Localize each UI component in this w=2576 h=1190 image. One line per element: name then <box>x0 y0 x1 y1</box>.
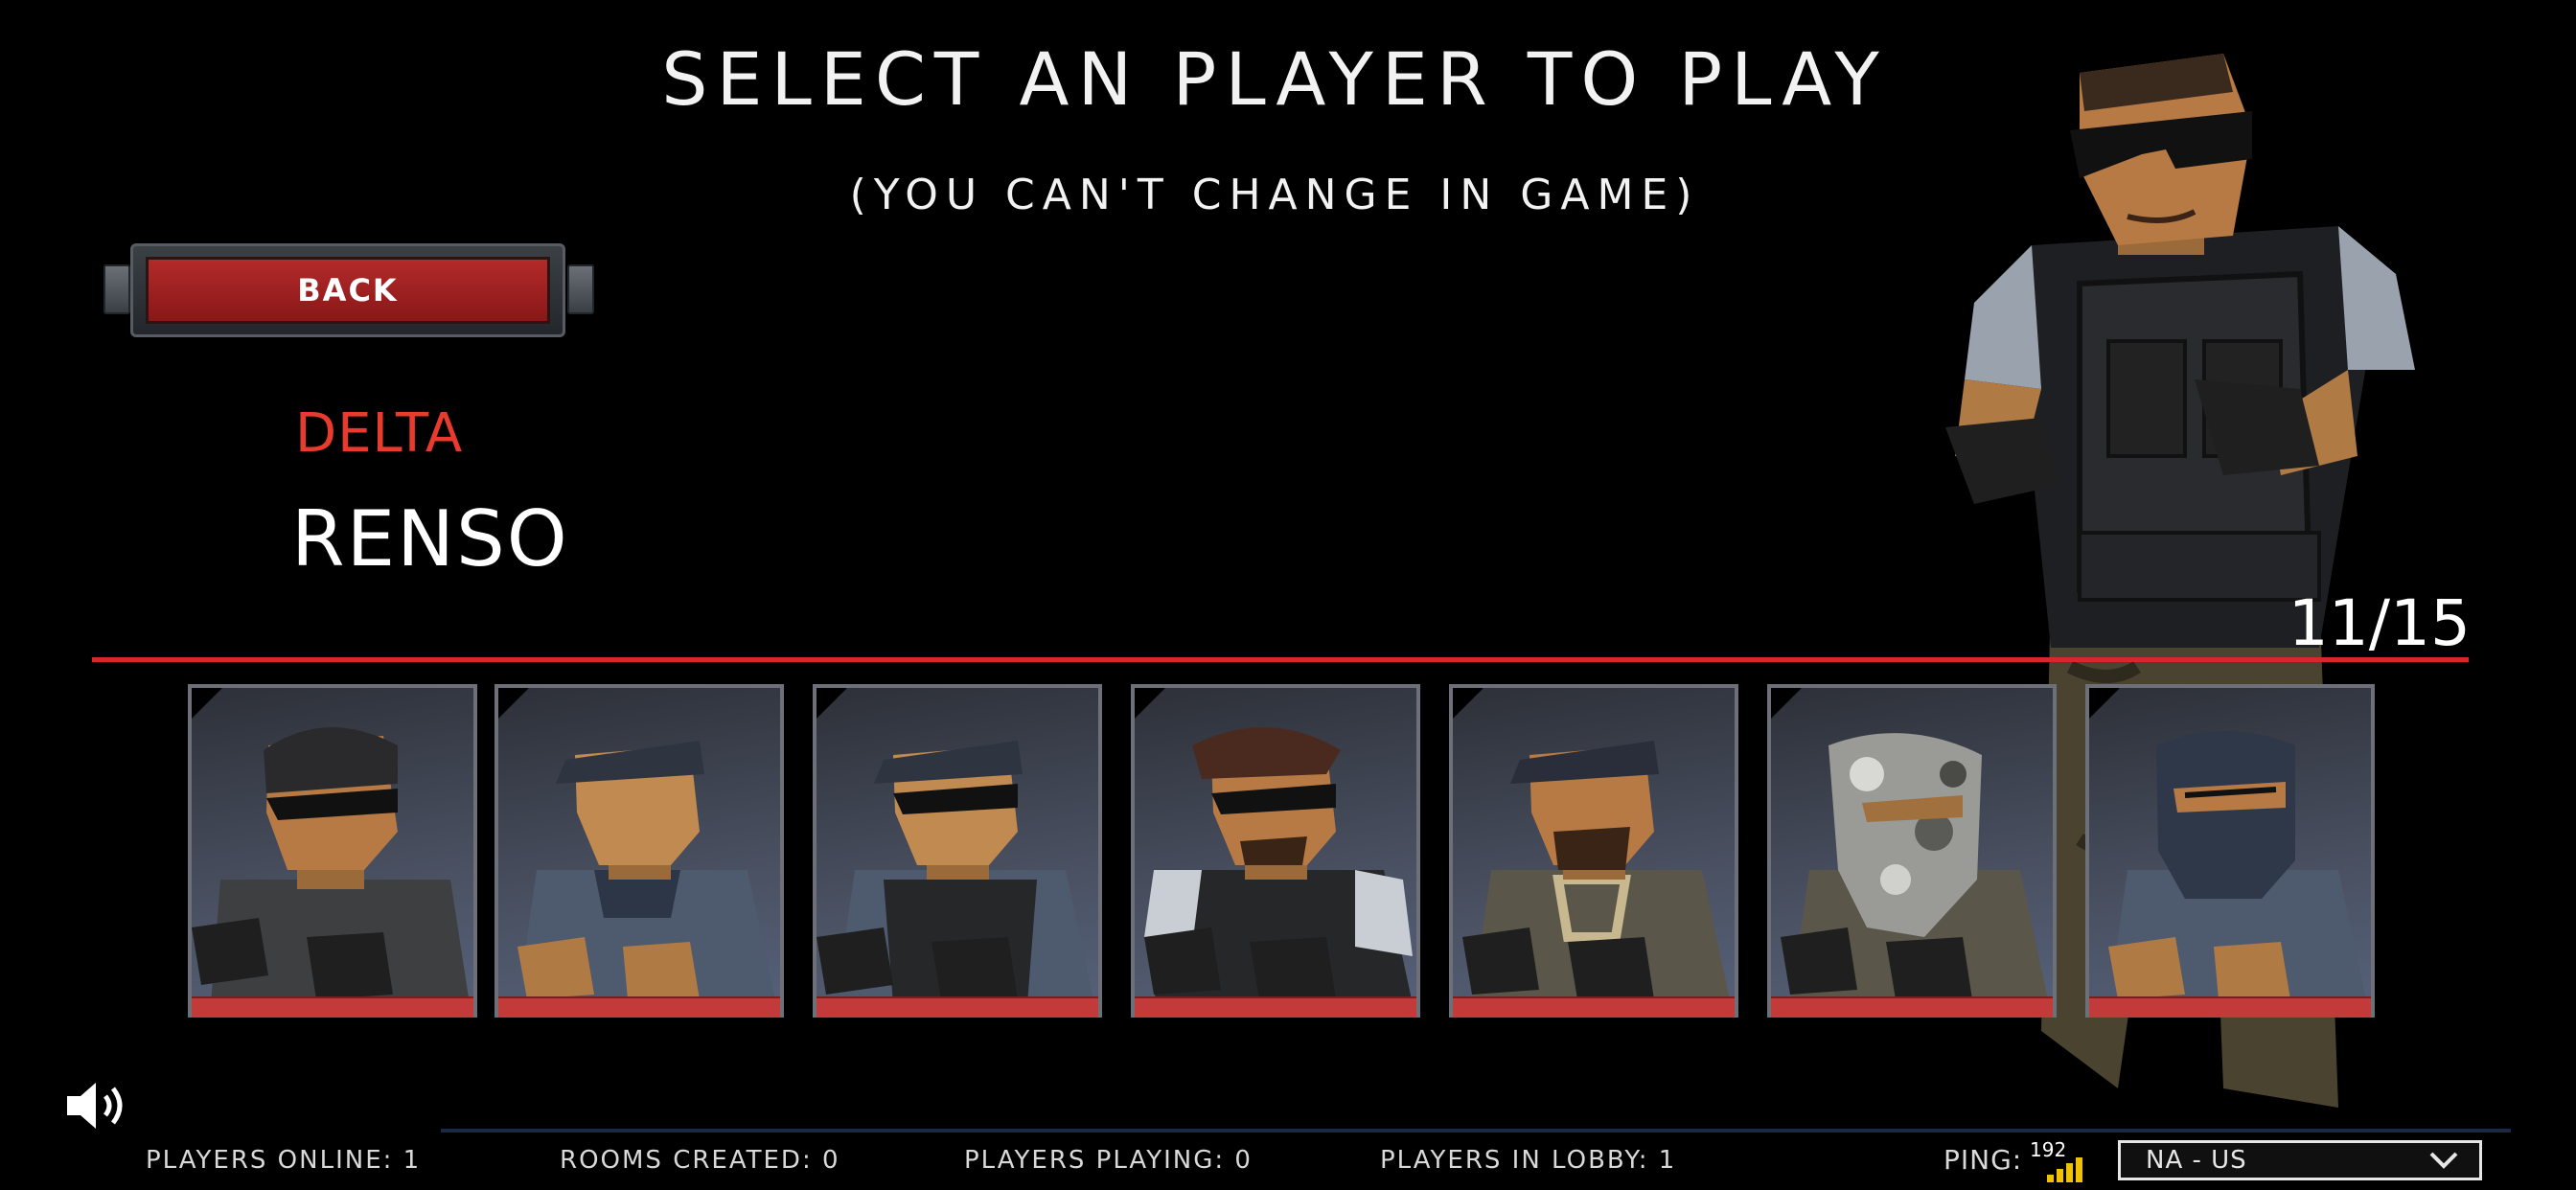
ping-label: PING: <box>1944 1144 2023 1176</box>
soldier-cap-sunglasses-vest-icon <box>816 741 1094 1004</box>
character-card[interactable] <box>813 684 1102 1018</box>
character-card[interactable] <box>2085 684 2375 1018</box>
character-card[interactable] <box>1767 684 2057 1018</box>
region-select[interactable]: NA - US <box>2118 1140 2482 1180</box>
card-bar <box>1135 996 1416 1018</box>
soldier-cap-beard-icon <box>1462 741 1731 1004</box>
card-bar <box>1453 996 1735 1018</box>
players-in-lobby: PLAYERS IN LOBBY: 1 <box>1380 1146 1677 1175</box>
card-bar <box>1771 996 2053 1018</box>
players-playing: PLAYERS PLAYING: 0 <box>964 1146 1253 1175</box>
status-divider <box>441 1129 2511 1133</box>
soldier-beret-sunglasses-icon <box>1144 727 1413 1004</box>
team-name: DELTA <box>295 402 464 465</box>
card-bar <box>816 996 1098 1018</box>
soldier-camo-mask-icon <box>1781 733 2049 1004</box>
back-button-label[interactable]: BACK <box>146 257 550 324</box>
back-button[interactable]: BACK <box>104 243 594 337</box>
card-bar <box>498 996 780 1018</box>
player-name: RENSO <box>291 494 569 584</box>
chevron-down-icon <box>2429 1152 2458 1169</box>
character-card[interactable] <box>494 684 784 1018</box>
card-bar <box>192 996 473 1018</box>
region-select-value: NA - US <box>2146 1146 2247 1175</box>
button-cap-left <box>104 264 130 314</box>
character-card[interactable] <box>188 684 477 1018</box>
card-bar <box>2089 996 2371 1018</box>
signal-icon <box>2047 1157 2082 1182</box>
character-card[interactable] <box>1131 684 1420 1018</box>
speaker-icon[interactable] <box>63 1077 130 1134</box>
button-cap-right <box>567 264 594 314</box>
players-online: PLAYERS ONLINE: 1 <box>146 1146 422 1175</box>
soldier-balaclava-icon <box>2108 731 2367 1004</box>
character-counter: 11/15 <box>2288 586 2471 660</box>
divider-line <box>92 657 2469 662</box>
rooms-created: ROOMS CREATED: 0 <box>560 1146 840 1175</box>
soldier-cap-icon <box>518 741 776 1004</box>
character-card[interactable] <box>1449 684 1738 1018</box>
soldier-beanie-sunglasses-icon <box>192 727 470 1004</box>
character-list <box>188 684 2382 1019</box>
